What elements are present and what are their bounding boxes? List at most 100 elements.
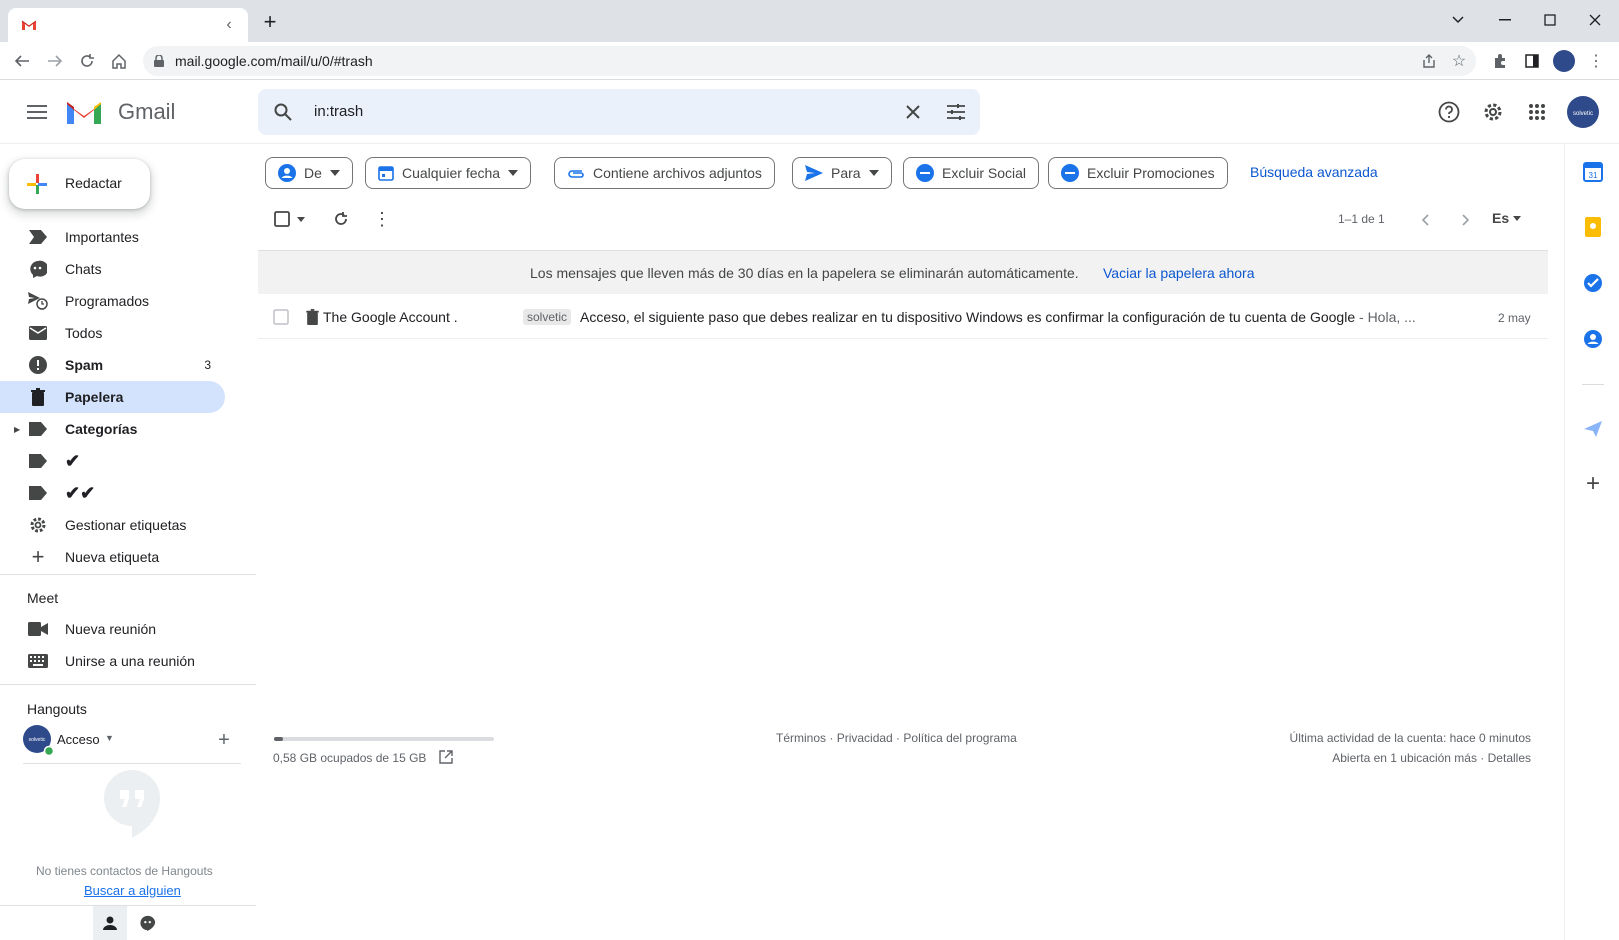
gmail-logo-icon[interactable] [64, 96, 104, 128]
account-avatar[interactable]: solvetic [1566, 95, 1600, 129]
caret-down-icon [868, 170, 879, 176]
nav-item-chats[interactable]: Chats [0, 253, 225, 285]
nav-item-categories[interactable]: ▶ Categorías [0, 413, 225, 445]
hangouts-chat-icon[interactable] [137, 912, 159, 934]
lock-icon[interactable] [151, 53, 167, 69]
refresh-icon[interactable] [330, 208, 352, 230]
hangouts-user-name: Acceso [57, 732, 100, 747]
email-date: 2 may [1498, 311, 1531, 325]
empty-trash-link[interactable]: Vaciar la papelera ahora [1103, 265, 1255, 281]
settings-gear-icon[interactable] [1479, 98, 1507, 126]
google-apps-icon[interactable] [1523, 98, 1551, 126]
contacts-icon[interactable] [1582, 328, 1604, 350]
help-icon[interactable] [1435, 98, 1463, 126]
nav-item-trash[interactable]: Papelera [0, 381, 225, 413]
search-bar[interactable]: in:trash [258, 89, 980, 135]
close-window-icon[interactable] [1583, 8, 1607, 32]
tasks-icon[interactable] [1582, 272, 1604, 294]
browser-menu-icon[interactable]: ⋮ [1586, 49, 1606, 73]
reload-icon[interactable] [75, 49, 99, 73]
meet-new-meeting[interactable]: Nueva reunión [0, 613, 225, 645]
external-link-icon[interactable] [438, 749, 454, 765]
more-options-icon[interactable]: ⋮ [371, 208, 393, 230]
share-icon[interactable] [1418, 50, 1440, 72]
email-row[interactable]: The Google Account . solvetic Acceso, el… [258, 296, 1548, 339]
forward-icon[interactable] [43, 49, 67, 73]
nav-label: Papelera [65, 389, 124, 405]
side-panel-icon[interactable] [1520, 49, 1544, 73]
minimize-icon[interactable] [1493, 8, 1517, 32]
nav-item-all[interactable]: Todos [0, 317, 225, 349]
nav-label: Nueva reunión [65, 621, 157, 637]
filter-to-chip[interactable]: Para [792, 157, 892, 189]
meet-join-meeting[interactable]: Unirse a una reunión [0, 645, 225, 677]
add-addon-icon[interactable]: + [1582, 470, 1604, 497]
nav-item-scheduled[interactable]: Programados [0, 285, 225, 317]
nav-item-label-double-check[interactable]: ✔✔ [0, 477, 225, 509]
svg-text:31: 31 [1589, 171, 1598, 180]
profile-avatar[interactable] [1552, 49, 1576, 73]
nav-label: Categorías [65, 421, 138, 437]
input-tools-dropdown[interactable]: Es [1492, 210, 1522, 226]
expand-arrow-icon[interactable]: ▶ [14, 425, 20, 434]
select-all-checkbox[interactable] [272, 209, 292, 229]
address-bar[interactable]: mail.google.com/mail/u/0/#trash ☆ [143, 46, 1476, 76]
bookmark-star-icon[interactable]: ☆ [1448, 50, 1470, 72]
app-name: Gmail [118, 99, 176, 124]
nav-item-new-label[interactable]: + Nueva etiqueta [0, 541, 225, 573]
chip-label: Para [831, 165, 861, 181]
send-extension-icon[interactable] [1582, 418, 1604, 440]
find-someone-link[interactable]: Buscar a alguien [84, 883, 181, 898]
caret-down-icon[interactable]: ▼ [105, 733, 114, 743]
filter-exclude-social-chip[interactable]: Excluir Social [903, 157, 1040, 189]
footer-links: Términos · Privacidad · Política del pro… [776, 731, 1017, 745]
privacy-link[interactable]: Privacidad [837, 731, 893, 745]
filter-exclude-promotions-chip[interactable]: Excluir Promociones [1048, 157, 1228, 189]
nav-item-important[interactable]: Importantes [0, 221, 225, 253]
prev-page-icon[interactable] [1414, 209, 1436, 231]
search-input[interactable]: in:trash [314, 103, 363, 120]
keep-icon[interactable] [1582, 216, 1604, 238]
search-icon[interactable] [272, 101, 294, 123]
svg-text:solvetic: solvetic [1573, 111, 1593, 117]
terms-link[interactable]: Términos [776, 731, 826, 745]
browser-tab[interactable]: ‹ [8, 8, 248, 42]
contacts-person-icon[interactable] [93, 906, 127, 940]
email-label-badge[interactable]: solvetic [523, 309, 572, 325]
filter-date-chip[interactable]: Cualquier fecha [365, 157, 532, 189]
separator: · [826, 731, 837, 745]
extensions-icon[interactable] [1488, 49, 1512, 73]
clear-search-icon[interactable] [902, 101, 924, 123]
details-link[interactable]: Detalles [1488, 751, 1531, 765]
browser-titlebar: ‹ + [0, 0, 1619, 42]
row-checkbox[interactable] [272, 308, 290, 326]
minus-circle-icon [916, 164, 934, 182]
search-options-icon[interactable] [945, 101, 967, 123]
storage-text: 0,58 GB ocupados de 15 GB [273, 751, 427, 765]
storage-bar-fill [274, 737, 283, 741]
tab-scroll-left-icon[interactable]: ‹ [220, 16, 238, 34]
maximize-icon[interactable] [1538, 8, 1562, 32]
advanced-search-link[interactable]: Búsqueda avanzada [1250, 164, 1378, 180]
main-menu-icon[interactable] [24, 99, 50, 125]
filter-from-chip[interactable]: De [265, 157, 353, 189]
account-activity: Abierta en 1 ubicación más · Detalles [1332, 751, 1531, 765]
filter-attachments-chip[interactable]: Contiene archivos adjuntos [554, 157, 775, 189]
new-tab-icon[interactable]: + [260, 9, 280, 34]
svg-text:solvetic: solvetic [29, 737, 46, 743]
nav-item-spam[interactable]: Spam 3 [0, 349, 225, 381]
compose-button[interactable]: Redactar [9, 159, 150, 209]
nav-item-manage-labels[interactable]: Gestionar etiquetas [0, 509, 225, 541]
label-icon [28, 419, 48, 439]
select-dropdown-icon[interactable] [294, 209, 308, 229]
home-icon[interactable] [107, 49, 131, 73]
nav-label: ✔ [65, 450, 81, 471]
program-policy-link[interactable]: Política del programa [903, 731, 1016, 745]
next-page-icon[interactable] [1454, 209, 1476, 231]
nav-item-label-check[interactable]: ✔ [0, 445, 225, 477]
hangouts-user[interactable]: solvetic Acceso ▼ [23, 725, 233, 755]
tab-search-icon[interactable] [1446, 8, 1470, 32]
add-contact-icon[interactable]: + [214, 729, 234, 751]
back-icon[interactable] [10, 49, 34, 73]
calendar-icon[interactable]: 31 [1582, 161, 1604, 183]
